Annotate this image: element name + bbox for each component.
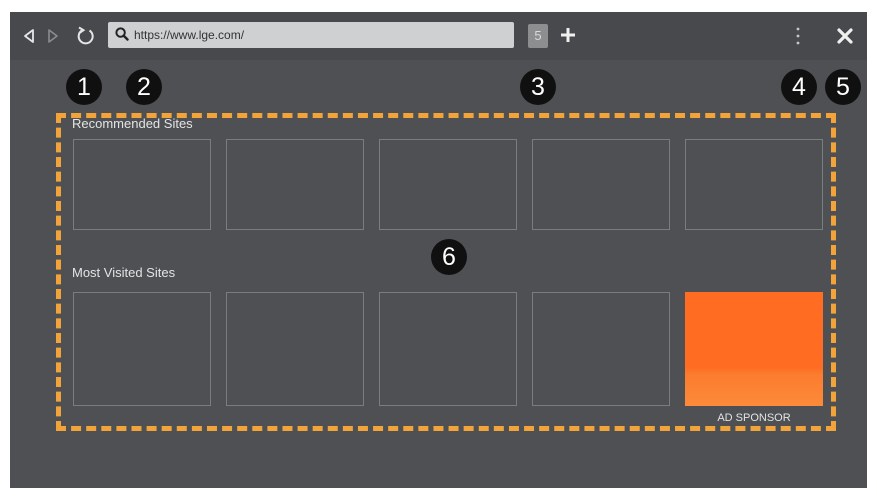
more-vertical-icon[interactable] <box>794 26 802 51</box>
recommended-tile[interactable] <box>73 139 211 230</box>
most-visited-tile[interactable] <box>73 292 211 406</box>
callout-1: 1 <box>66 69 102 105</box>
url-text: https://www.lge.com/ <box>134 28 245 42</box>
recommended-tile[interactable] <box>532 139 670 230</box>
most-visited-sites-title: Most Visited Sites <box>72 265 176 280</box>
callout-5: 5 <box>825 69 861 105</box>
ad-sponsor-label: AD SPONSOR <box>717 412 791 424</box>
callout-4: 4 <box>781 69 817 105</box>
callout-6: 6 <box>431 239 467 275</box>
most-visited-tile[interactable] <box>226 292 364 406</box>
recommended-tile[interactable] <box>685 139 823 230</box>
recommended-tile[interactable] <box>379 139 517 230</box>
recommended-sites-title: Recommended Sites <box>72 116 193 131</box>
plus-icon[interactable] <box>559 26 577 49</box>
recommended-tile[interactable] <box>226 139 364 230</box>
most-visited-tile[interactable] <box>532 292 670 406</box>
address-bar[interactable]: https://www.lge.com/ <box>108 22 514 48</box>
tab-count-button[interactable]: 5 <box>528 24 548 48</box>
refresh-icon[interactable] <box>74 24 98 48</box>
browser-toolbar: https://www.lge.com/ 5 <box>10 12 867 60</box>
forward-icon[interactable] <box>46 24 68 48</box>
ad-sponsor-tile[interactable] <box>685 292 823 406</box>
browser-screen: https://www.lge.com/ 5 Recommended Sites… <box>10 12 867 488</box>
search-icon <box>115 27 129 46</box>
close-icon[interactable] <box>837 28 853 49</box>
most-visited-tile[interactable] <box>379 292 517 406</box>
callout-2: 2 <box>126 69 162 105</box>
callout-3: 3 <box>520 69 556 105</box>
back-icon[interactable] <box>22 24 44 48</box>
